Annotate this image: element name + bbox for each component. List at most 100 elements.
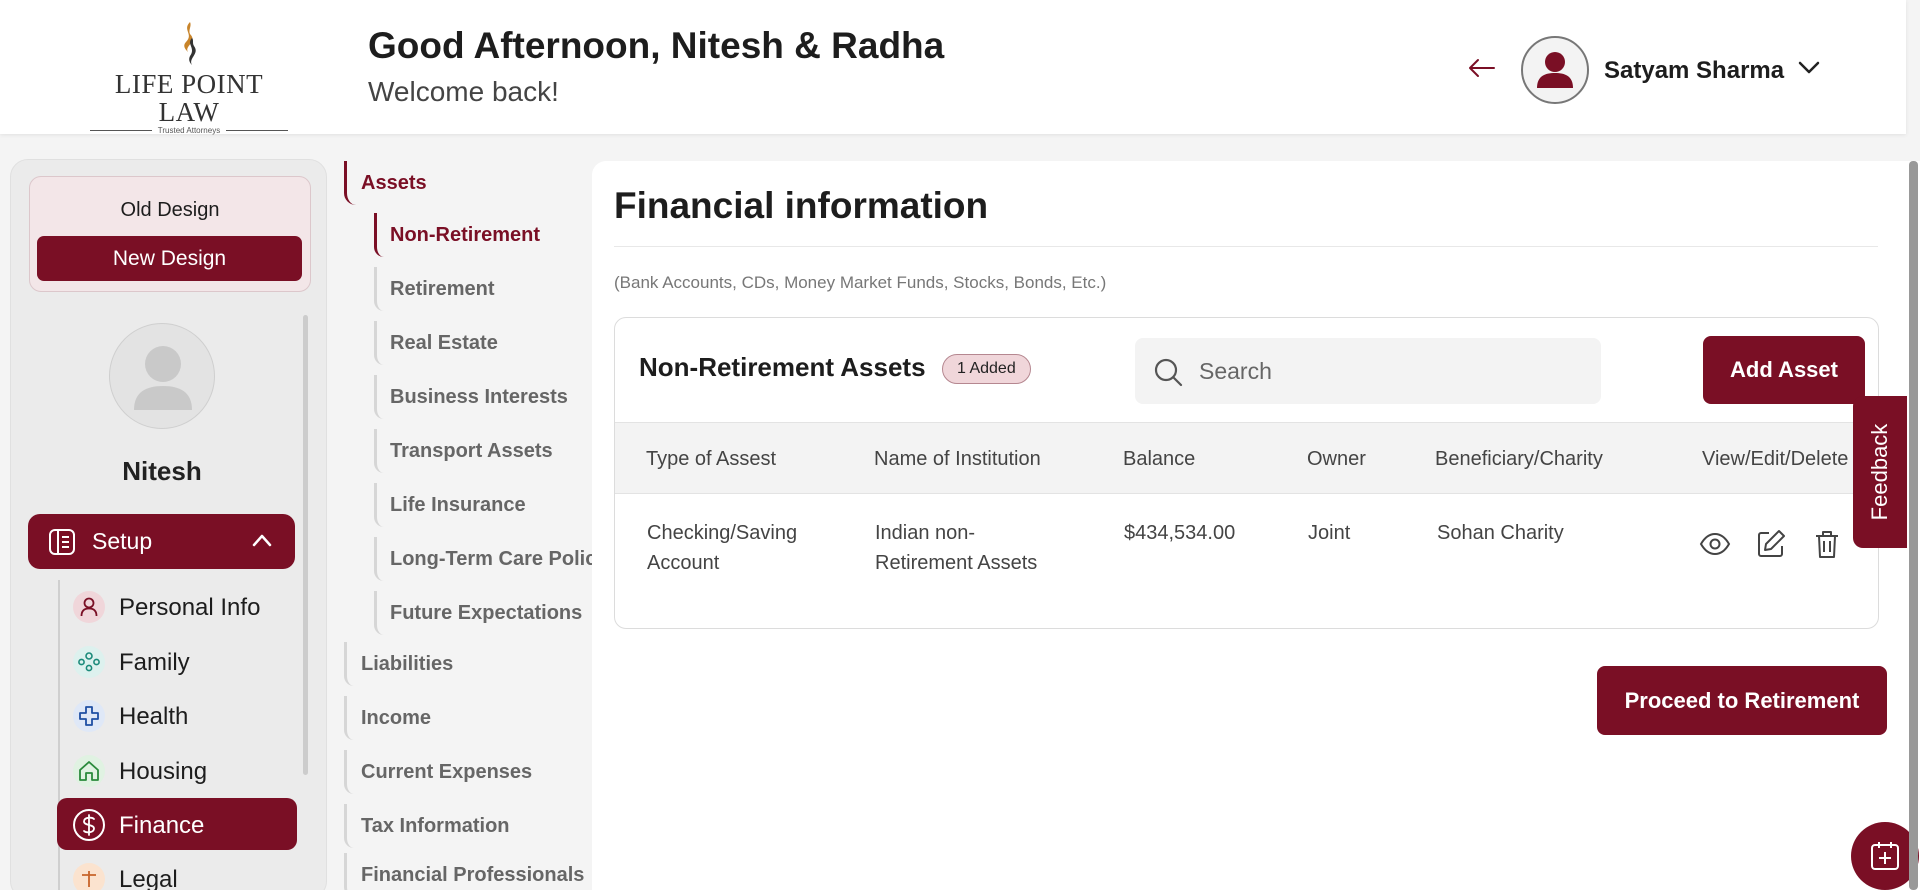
cell-institution: Indian non- Retirement Assets xyxy=(875,518,1037,578)
subnav-current-expenses[interactable]: Current Expenses xyxy=(344,750,594,794)
dollar-icon xyxy=(73,809,105,841)
back-arrow-icon[interactable] xyxy=(1466,56,1496,80)
add-asset-button[interactable]: Add Asset xyxy=(1703,336,1865,404)
eye-icon[interactable] xyxy=(1699,528,1731,560)
cell-line: Retirement Assets xyxy=(875,552,1038,574)
table-header: Type of Assest Name of Institution Balan… xyxy=(615,422,1878,494)
user-avatar-icon xyxy=(1537,52,1573,88)
page-title: Financial information xyxy=(614,185,989,226)
column-header: Beneficiary/Charity xyxy=(1435,448,1603,470)
sidebar-item-family[interactable]: Family xyxy=(57,635,297,687)
subnav-label: Long-Term Care Policy xyxy=(390,548,608,570)
search-box[interactable] xyxy=(1135,338,1601,404)
cell-beneficiary: Sohan Charity xyxy=(1437,522,1564,544)
column-header: Type of Assest xyxy=(646,448,777,470)
search-icon xyxy=(1154,358,1183,387)
subnav-business-interests[interactable]: Business Interests xyxy=(374,375,604,419)
cell-owner: Joint xyxy=(1308,522,1351,544)
sidebar-item-label: Housing xyxy=(119,758,208,785)
search-input[interactable] xyxy=(1199,352,1589,390)
finance-subnav: Assets Non-Retirement Retirement Real Es… xyxy=(332,159,607,890)
main-content: Financial information (Bank Accounts, CD… xyxy=(592,161,1920,890)
sidebar-item-label: Family xyxy=(119,649,190,676)
sidebar-item-label: Health xyxy=(119,703,189,730)
subnav-assets-label: Assets xyxy=(361,172,427,194)
sidebar-item-finance[interactable]: Finance xyxy=(57,798,297,850)
subnav-label: Real Estate xyxy=(390,332,498,354)
setup-icon xyxy=(49,529,75,555)
user-avatar[interactable] xyxy=(1521,36,1589,104)
setup-label: Setup xyxy=(92,528,153,554)
subnav-label: Liabilities xyxy=(361,653,454,675)
subnav-label: Financial Professionals xyxy=(361,864,585,886)
new-design-button[interactable]: New Design xyxy=(37,236,302,281)
subnav-financial-professionals[interactable]: Financial Professionals xyxy=(344,853,594,890)
subnav-label: Retirement xyxy=(390,278,495,300)
logo-flame-icon xyxy=(184,22,196,65)
logo[interactable]: LIFE POINT LAW Trusted Attorneys xyxy=(84,20,294,135)
profile-avatar[interactable] xyxy=(109,323,215,429)
subnav-future-expectations[interactable]: Future Expectations xyxy=(374,591,604,635)
subnav-label: Non-Retirement xyxy=(390,224,541,246)
profile-name: Nitesh xyxy=(122,456,202,486)
cell-line: Account xyxy=(647,552,720,574)
subnav-label: Tax Information xyxy=(361,815,510,837)
sidebar-item-label: Legal xyxy=(119,866,178,890)
sidebar-item-legal[interactable]: Legal xyxy=(57,852,297,890)
subnav-label: Life Insurance xyxy=(390,494,526,516)
chevron-down-icon[interactable] xyxy=(1797,60,1821,76)
trash-icon[interactable] xyxy=(1811,528,1843,560)
sidebar-item-personal-info[interactable]: Personal Info xyxy=(57,580,297,632)
column-header: View/Edit/Delete xyxy=(1702,448,1849,470)
feedback-label: Feedback xyxy=(1867,423,1892,521)
edit-icon[interactable] xyxy=(1755,528,1787,560)
subnav-retirement[interactable]: Retirement xyxy=(374,267,604,311)
house-icon xyxy=(73,755,105,787)
sidebar-item-label: Personal Info xyxy=(119,594,261,621)
subnav-tax-information[interactable]: Tax Information xyxy=(344,804,594,848)
setup-section-toggle[interactable]: Setup xyxy=(28,514,295,569)
page-scrollbar[interactable] xyxy=(1909,161,1918,890)
card-title: Non-Retirement Assets xyxy=(639,352,926,382)
sidebar-scrollbar[interactable] xyxy=(303,315,308,775)
greeting-title: Good Afternoon, Nitesh & Radha xyxy=(368,25,945,66)
top-header: LIFE POINT LAW Trusted Attorneys Good Af… xyxy=(0,0,1906,135)
subnav-label: Future Expectations xyxy=(390,602,583,624)
cell-asset-type: Checking/Saving Account xyxy=(647,518,797,578)
subnav-long-term-care[interactable]: Long-Term Care Policy xyxy=(374,537,608,581)
sidebar-item-label: Finance xyxy=(119,812,205,839)
subnav-assets[interactable]: Assets xyxy=(344,161,594,205)
user-icon xyxy=(73,591,105,623)
user-name[interactable]: Satyam Sharma xyxy=(1604,57,1784,85)
cell-balance: $434,534.00 xyxy=(1124,522,1236,544)
logo-text: LIFE POINT LAW xyxy=(114,69,264,127)
subnav-liabilities[interactable]: Liabilities xyxy=(344,642,594,686)
subnav-income[interactable]: Income xyxy=(344,696,594,740)
cell-line: Indian non- xyxy=(875,522,976,544)
subnav-label: Transport Assets xyxy=(390,440,553,462)
column-header: Name of Institution xyxy=(874,448,1041,470)
subnav-label: Business Interests xyxy=(390,386,568,408)
column-header: Owner xyxy=(1307,448,1366,470)
sidebar-item-housing[interactable]: Housing xyxy=(57,744,297,796)
subnav-non-retirement[interactable]: Non-Retirement xyxy=(374,213,604,257)
proceed-to-retirement-button[interactable]: Proceed to Retirement xyxy=(1597,666,1887,735)
greeting-subtitle: Welcome back! xyxy=(368,76,559,107)
chevron-up-icon xyxy=(252,534,272,547)
cell-line: Checking/Saving xyxy=(647,522,798,544)
legal-icon xyxy=(73,863,105,890)
feedback-tab[interactable]: Feedback xyxy=(1853,396,1907,548)
sidebar-item-health[interactable]: Health xyxy=(57,689,297,741)
logo-tagline: Trusted Attorneys xyxy=(84,126,294,135)
old-design-button[interactable]: Old Design xyxy=(30,199,310,222)
subnav-transport-assets[interactable]: Transport Assets xyxy=(374,429,604,473)
design-toggle: Old Design New Design xyxy=(29,176,311,292)
sidebar: Old Design New Design Nitesh Setup Perso… xyxy=(10,159,327,890)
family-icon xyxy=(73,646,105,678)
subnav-label: Income xyxy=(361,707,432,729)
subnav-real-estate[interactable]: Real Estate xyxy=(374,321,604,365)
health-cross-icon xyxy=(73,700,105,732)
subnav-life-insurance[interactable]: Life Insurance xyxy=(374,483,604,527)
calendar-add-icon xyxy=(1871,842,1899,870)
column-header: Balance xyxy=(1123,448,1196,470)
